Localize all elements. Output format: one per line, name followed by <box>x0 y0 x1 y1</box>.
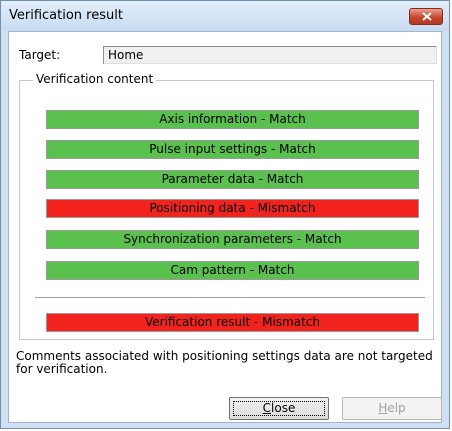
result-bar-cam-pattern: Cam pattern - Match <box>46 261 419 280</box>
result-bar-axis-information: Axis information - Match <box>46 110 419 129</box>
close-icon <box>422 12 432 21</box>
verification-comment: Comments associated with positioning set… <box>16 349 433 376</box>
help-button[interactable]: Help <box>342 397 442 420</box>
result-bar-parameter-data: Parameter data - Match <box>46 170 419 189</box>
close-button[interactable]: Close <box>229 397 329 420</box>
result-bar-pulse-input-settings: Pulse input settings - Match <box>46 140 419 159</box>
dialog-body: Target: Home Verification content Axis i… <box>8 31 442 423</box>
window-close-button[interactable] <box>409 8 443 25</box>
focus-rectangle <box>233 401 325 416</box>
help-button-accelerator: H <box>378 401 388 415</box>
help-button-label: elp <box>387 401 406 415</box>
target-field: Home <box>103 46 437 64</box>
title-bar: Verification result <box>1 1 449 31</box>
target-label: Target: <box>19 48 61 62</box>
verification-content-label: Verification content <box>33 72 157 86</box>
overall-result-bar: Verification result - Mismatch <box>46 313 419 332</box>
group-divider <box>35 297 425 299</box>
result-bar-synchronization-parameters: Synchronization parameters - Match <box>46 230 419 249</box>
verification-result-window: Verification result Target: Home Verific… <box>0 0 450 429</box>
target-value: Home <box>108 48 144 62</box>
window-title: Verification result <box>9 8 123 23</box>
result-bar-positioning-data: Positioning data - Mismatch <box>46 199 419 218</box>
